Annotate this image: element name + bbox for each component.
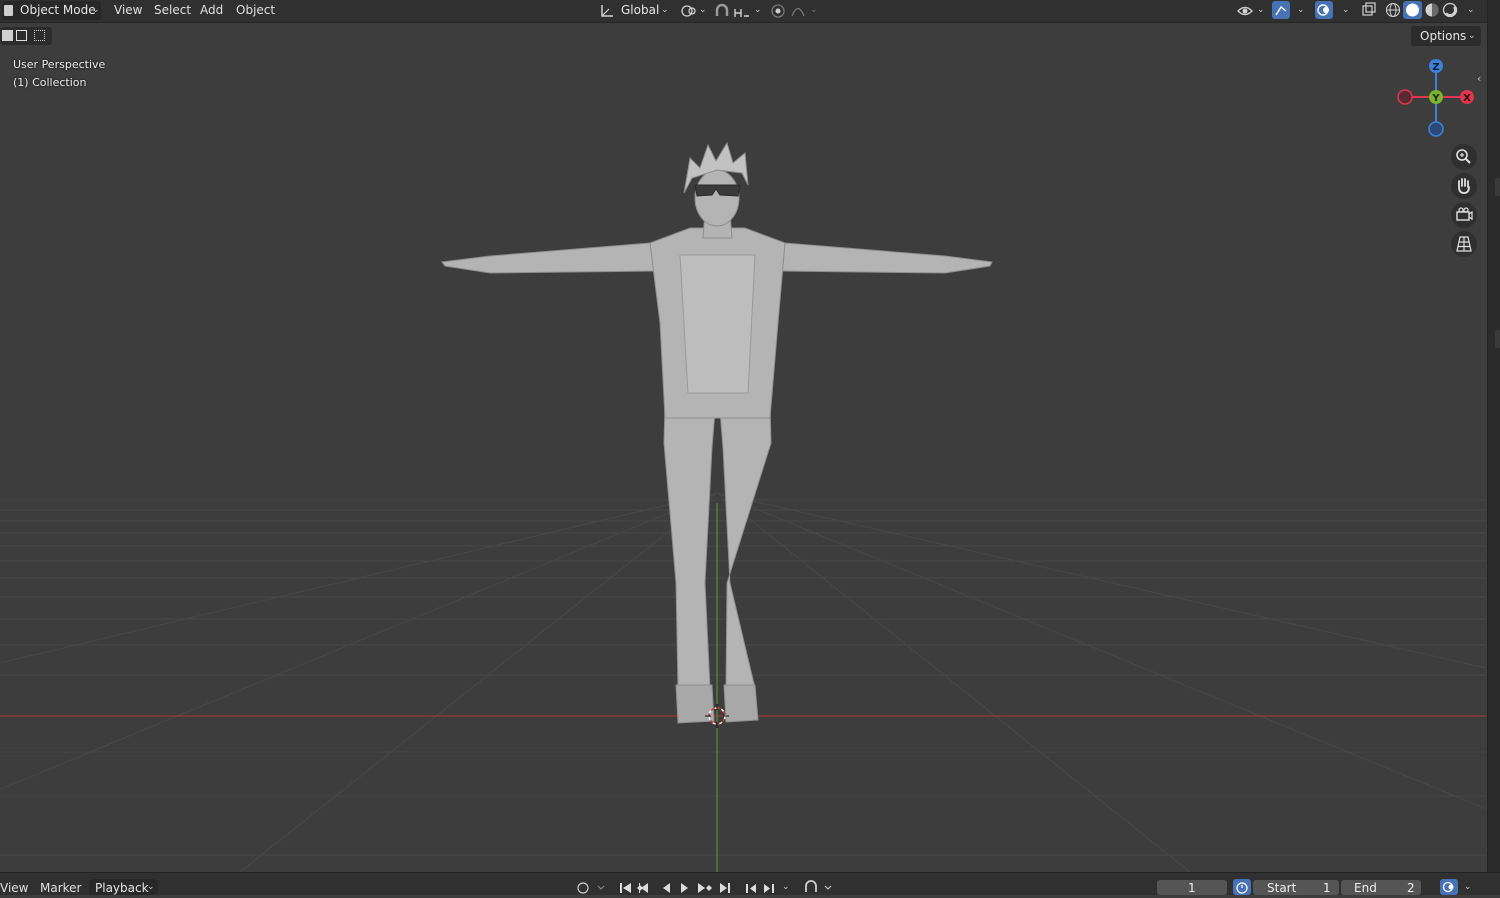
viewport-scene: Z X Y — [0, 59, 1486, 872]
navigation-gizmo[interactable]: Z X Y — [1397, 59, 1474, 137]
view-name: User Perspective — [13, 58, 106, 71]
3d-viewport[interactable]: Z X Y User Perspective (1) Collection ‹ — [0, 23, 1486, 872]
viewport-header: Object Mode ⌄ View Select Add Object Glo… — [0, 0, 1500, 23]
gizmo-icon — [1272, 1, 1290, 19]
gizmo-toggle[interactable]: ⌄ — [1271, 1, 1307, 20]
gizmo-z-label: Z — [1432, 62, 1439, 73]
solid-shading-icon[interactable] — [1403, 1, 1422, 19]
selection-mode-buttons — [0, 27, 52, 45]
timeline-menu-marker[interactable]: Marker — [40, 881, 81, 895]
pivot-point-dropdown[interactable]: ⌄ — [680, 1, 708, 20]
menu-select[interactable]: Select — [154, 3, 191, 17]
proportional-editing[interactable]: ⌄ — [770, 1, 820, 20]
magnet-icon — [715, 3, 729, 16]
eye-icon — [1237, 6, 1253, 16]
menu-add[interactable]: Add — [200, 3, 223, 17]
material-shading-icon[interactable] — [1423, 1, 1441, 19]
playback-label: Playback — [95, 881, 149, 895]
end-label: End — [1354, 881, 1377, 895]
camera-icon — [1456, 207, 1473, 221]
tool-tab[interactable] — [1495, 178, 1500, 196]
visibility-dropdown[interactable]: ⌄ — [1235, 1, 1267, 20]
camera-view-button[interactable] — [1451, 202, 1477, 228]
mode-selector[interactable]: Object Mode ⌄ — [2, 1, 101, 20]
xray-icon — [1362, 2, 1376, 16]
gizmo-y-label: Y — [1431, 93, 1440, 104]
start-label: Start — [1267, 881, 1297, 895]
chevron-down-icon: ⌄ — [147, 882, 155, 892]
snapping-controls[interactable]: ⌄ — [713, 1, 765, 20]
chevron-down-icon: ⌄ — [1468, 31, 1476, 41]
view-options-toggle[interactable] — [1440, 879, 1458, 895]
gizmo-neg-x-axis[interactable] — [1397, 89, 1413, 105]
chevron-down-icon: ⌄ — [1342, 5, 1350, 15]
chevron-down-icon: ⌄ — [699, 5, 707, 15]
current-frame-value: 1 — [1188, 881, 1196, 895]
options-dropdown[interactable]: Options ⌄ — [1411, 26, 1481, 46]
playback-dropdown[interactable]: Playback ⌄ — [89, 879, 158, 895]
chevron-down-icon: ⌄ — [92, 5, 100, 15]
overlays-toggle[interactable]: ⌄ — [1314, 1, 1352, 20]
zoom-icon — [1456, 149, 1471, 164]
falloff-icon — [791, 7, 805, 17]
select-subtract-icon[interactable] — [34, 30, 45, 41]
end-value: 2 — [1407, 881, 1415, 895]
current-frame-field[interactable]: 1 — [1157, 880, 1227, 895]
hand-icon — [1458, 178, 1470, 194]
collection-name: (1) Collection — [13, 76, 87, 89]
xray-toggle[interactable] — [1359, 1, 1379, 20]
chevron-down-icon: ⌄ — [1464, 882, 1472, 892]
timeline-menu-view[interactable]: View — [0, 881, 28, 895]
menu-object[interactable]: Object — [236, 3, 275, 17]
snap-increment-icon — [734, 9, 749, 17]
select-new-icon[interactable] — [2, 30, 13, 41]
zoom-button[interactable] — [1451, 144, 1477, 170]
sidebar-toggle-icon[interactable]: ‹ — [1477, 72, 1481, 85]
chevron-down-icon: ⌄ — [754, 5, 762, 15]
grid-perspective-icon — [1456, 236, 1472, 252]
mode-label: Object Mode — [20, 3, 96, 17]
stopwatch-icon — [1236, 882, 1248, 894]
start-value: 1 — [1323, 881, 1331, 895]
timeline-header: View Marker Playback ⌄ ⌄ 1 Start 1 End 2… — [0, 872, 1500, 895]
options-label: Options — [1420, 29, 1467, 43]
view-options-icon — [1442, 881, 1454, 893]
chevron-down-icon: ⌄ — [782, 882, 790, 892]
chevron-down-icon: ⌄ — [1297, 5, 1305, 15]
start-frame-field[interactable]: Start 1 — [1253, 880, 1339, 895]
rendered-shading-icon[interactable] — [1441, 1, 1459, 19]
overlays-icon — [1315, 1, 1333, 19]
pivot-icon — [681, 5, 696, 17]
view-tab[interactable] — [1495, 330, 1500, 348]
gizmo-neg-z-axis[interactable] — [1428, 121, 1444, 137]
properties-strip — [1487, 0, 1500, 872]
menu-view[interactable]: View — [114, 3, 142, 17]
pan-button[interactable] — [1451, 173, 1477, 199]
orientation-label: Global — [621, 3, 660, 17]
preview-range-toggle[interactable] — [1233, 879, 1251, 895]
orientation-icon — [601, 5, 613, 17]
select-extend-icon[interactable] — [16, 30, 27, 41]
object-mode-icon — [4, 5, 13, 16]
chevron-down-icon: ⌄ — [1257, 5, 1265, 15]
chevron-down-icon: ⌄ — [1467, 5, 1475, 15]
gizmo-x-label: X — [1463, 93, 1471, 104]
end-frame-field[interactable]: End 2 — [1341, 880, 1421, 895]
perspective-toggle-button[interactable] — [1451, 231, 1477, 257]
wireframe-shading-icon[interactable] — [1384, 1, 1402, 19]
shading-modes: ⌄ — [1383, 1, 1479, 20]
chevron-down-icon: ⌄ — [661, 5, 669, 15]
proportional-edit-icon — [771, 4, 785, 18]
transform-orientation-dropdown[interactable]: Global ⌄ — [597, 1, 670, 20]
chevron-down-icon: ⌄ — [810, 5, 818, 15]
